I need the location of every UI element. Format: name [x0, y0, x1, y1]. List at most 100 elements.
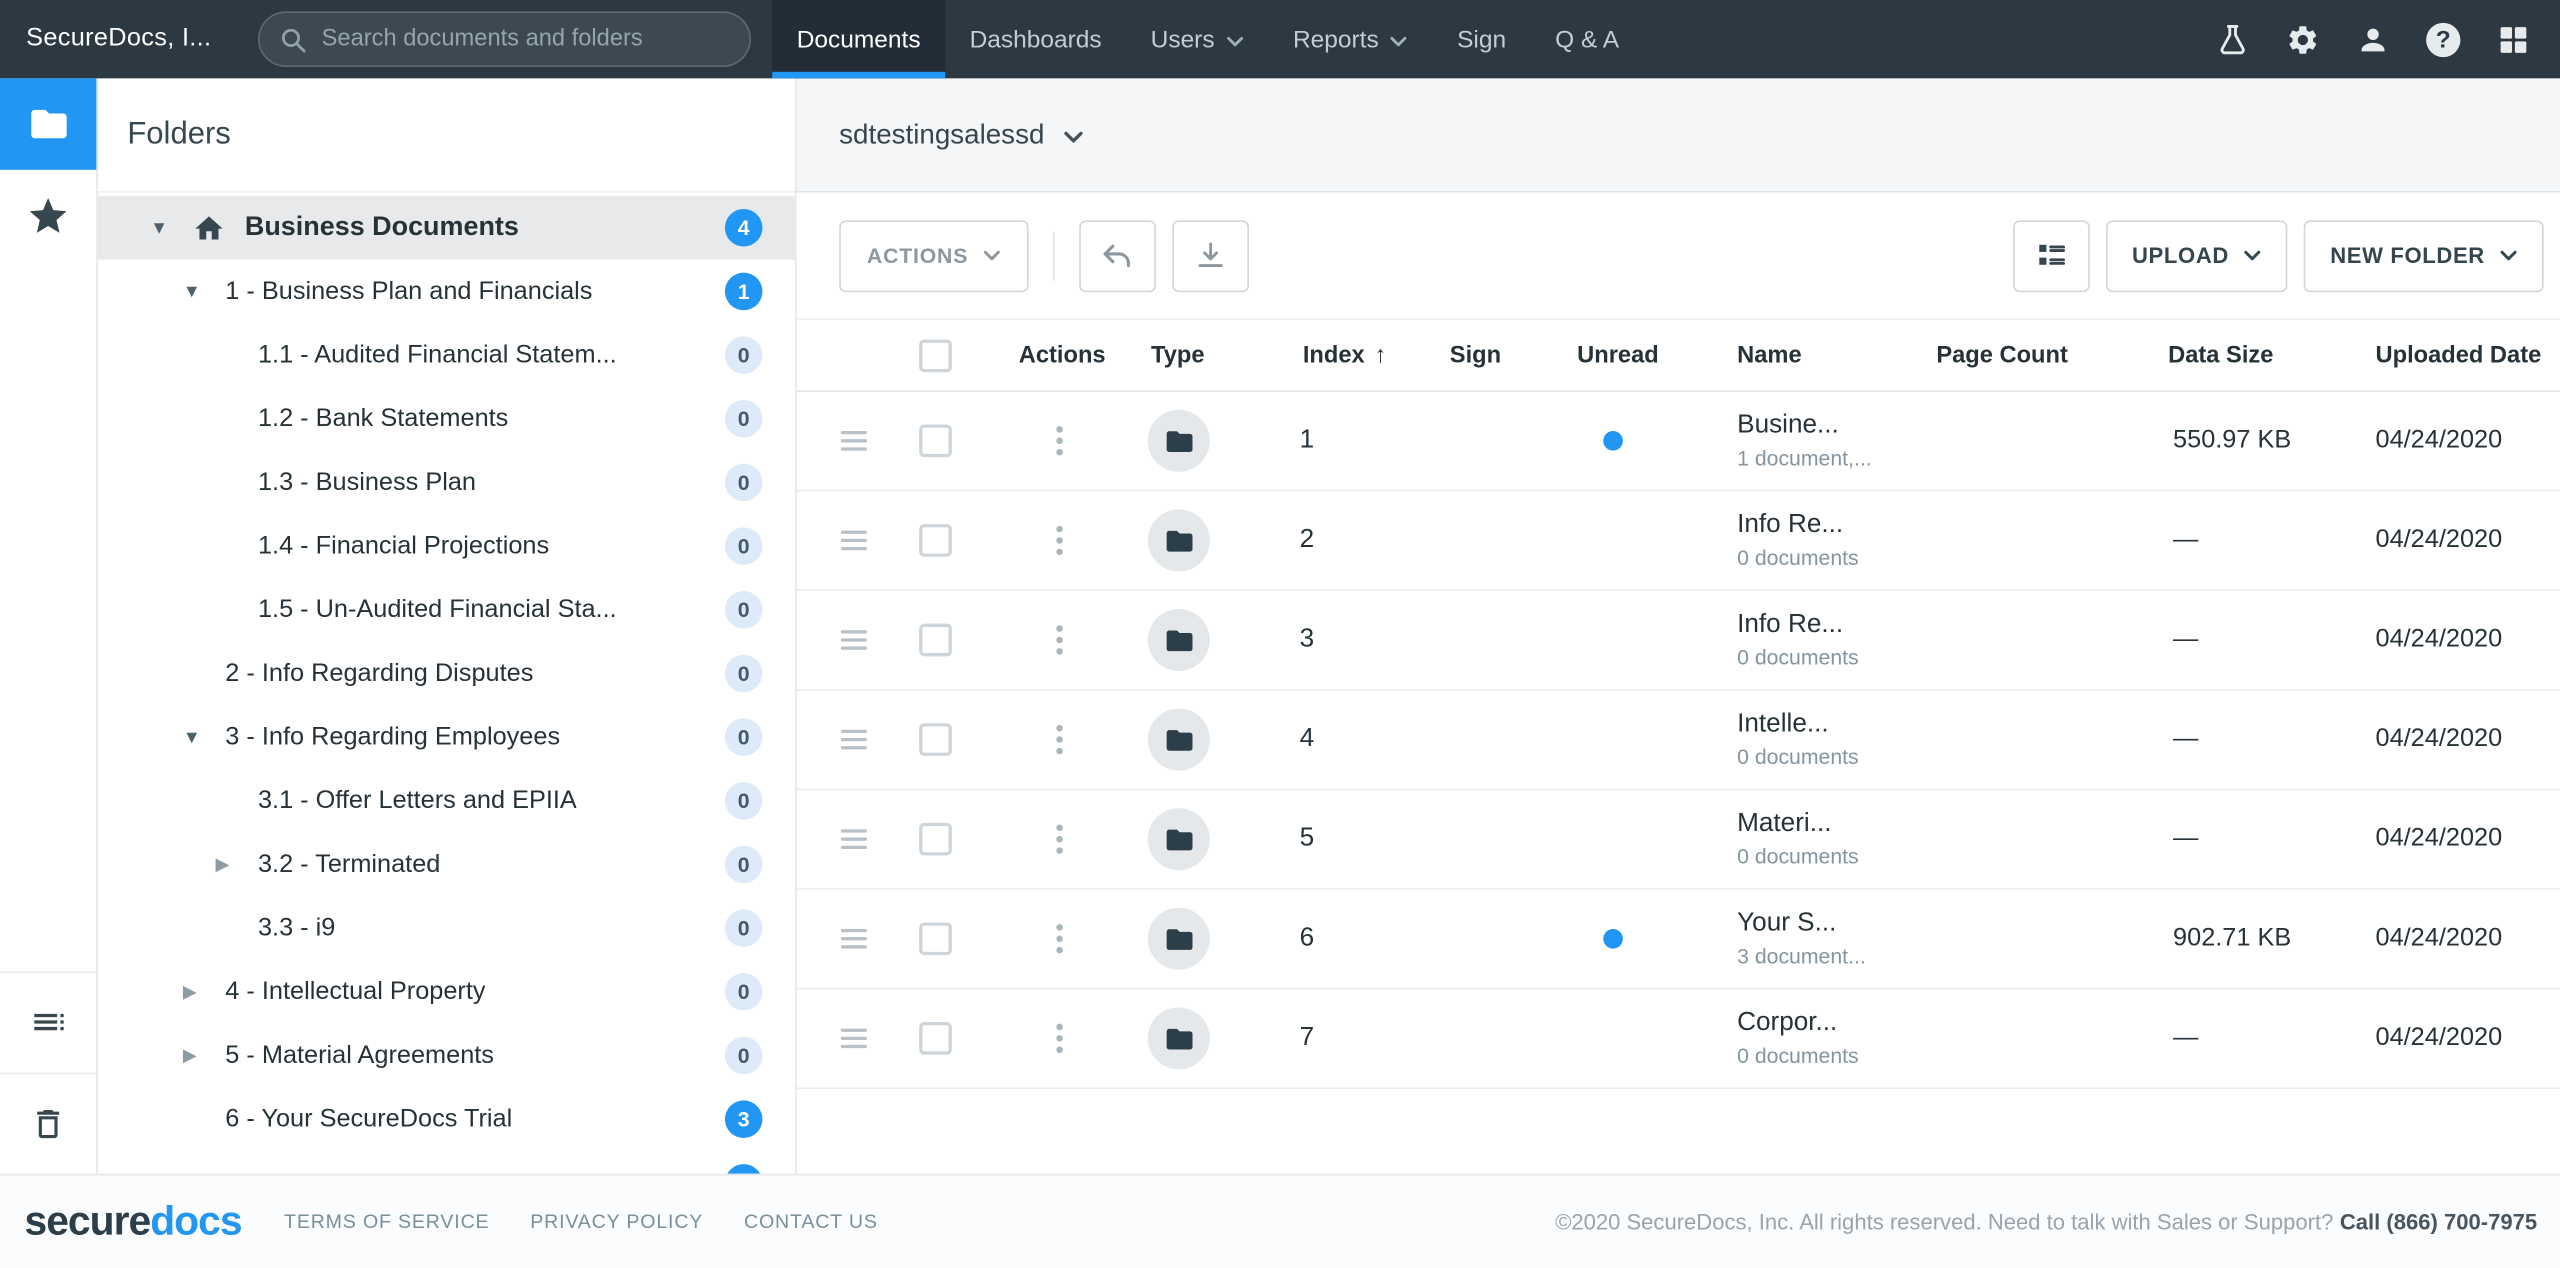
- global-search[interactable]: [258, 11, 751, 67]
- footer-link-contact-us[interactable]: CONTACT US: [744, 1210, 878, 1233]
- footer-link-terms-of-service[interactable]: TERMS OF SERVICE: [284, 1210, 489, 1233]
- new-folder-button[interactable]: NEW FOLDER: [2304, 220, 2544, 292]
- tab-q-a[interactable]: Q & A: [1531, 0, 1644, 78]
- row-checkbox[interactable]: [919, 1022, 952, 1055]
- caret-right-icon[interactable]: [183, 1045, 225, 1066]
- col-uploaded-date[interactable]: Uploaded Date: [2376, 342, 2542, 368]
- item-name-cell[interactable]: Info Re...0 documents: [1737, 611, 1859, 670]
- col-index[interactable]: Index↑: [1303, 342, 1386, 368]
- tab-documents[interactable]: Documents: [772, 0, 945, 78]
- drag-handle[interactable]: [841, 431, 867, 451]
- folder-tree-item[interactable]: 1 - Business Plan and Financials1: [98, 260, 795, 324]
- folder-tree-item[interactable]: [98, 1151, 795, 1173]
- folder-tree-item[interactable]: Business Documents4: [98, 196, 795, 260]
- caret-down-icon[interactable]: [183, 727, 225, 747]
- item-name[interactable]: Info Re...: [1737, 511, 1859, 540]
- download-button[interactable]: [1172, 220, 1249, 292]
- chevron-down-icon[interactable]: [1062, 130, 1083, 143]
- item-name[interactable]: Corpor...: [1737, 1009, 1859, 1038]
- caret-right-icon[interactable]: [183, 981, 225, 1002]
- item-name-cell[interactable]: Intelle...0 documents: [1737, 710, 1859, 769]
- item-name[interactable]: Intelle...: [1737, 710, 1859, 739]
- item-name[interactable]: Your S...: [1737, 909, 1866, 938]
- chevron-down-icon: [983, 250, 1001, 261]
- col-actions[interactable]: Actions: [1019, 342, 1106, 368]
- rail-trash-button[interactable]: [0, 1072, 96, 1173]
- folder-tree-item[interactable]: 1.1 - Audited Financial Statem...0: [98, 323, 795, 387]
- col-unread[interactable]: Unread: [1577, 342, 1659, 368]
- row-checkbox[interactable]: [919, 823, 952, 856]
- item-name-cell[interactable]: Busine...1 document,...: [1737, 411, 1872, 470]
- lab-flask-icon[interactable]: [2216, 22, 2250, 56]
- folder-tree-item[interactable]: 1.2 - Bank Statements0: [98, 387, 795, 451]
- actions-button[interactable]: ACTIONS: [839, 220, 1028, 292]
- folder-tree-item[interactable]: 1.3 - Business Plan0: [98, 451, 795, 515]
- drag-handle[interactable]: [841, 531, 867, 551]
- col-sign[interactable]: Sign: [1450, 342, 1501, 368]
- tab-sign[interactable]: Sign: [1433, 0, 1531, 78]
- tab-users[interactable]: Users: [1126, 0, 1268, 78]
- item-name-cell[interactable]: Info Re...0 documents: [1737, 511, 1859, 570]
- drag-handle[interactable]: [841, 929, 867, 949]
- col-type[interactable]: Type: [1151, 342, 1205, 368]
- drag-handle[interactable]: [841, 730, 867, 750]
- row-checkbox[interactable]: [919, 524, 952, 557]
- row-actions-menu[interactable]: [1056, 426, 1063, 455]
- row-checkbox[interactable]: [919, 624, 952, 657]
- folder-tree-item[interactable]: 3.2 - Terminated0: [98, 833, 795, 897]
- gear-icon[interactable]: [2286, 22, 2320, 56]
- drag-handle[interactable]: [841, 630, 867, 650]
- row-checkbox[interactable]: [919, 723, 952, 756]
- folder-tree-item[interactable]: 3 - Info Regarding Employees0: [98, 705, 795, 769]
- select-all-checkbox[interactable]: [919, 339, 952, 372]
- folder-tree-item[interactable]: 5 - Material Agreements0: [98, 1024, 795, 1088]
- folder-tree-item[interactable]: 2 - Info Regarding Disputes0: [98, 642, 795, 706]
- col-data-size[interactable]: Data Size: [2168, 342, 2273, 368]
- folder-tree-item[interactable]: 1.5 - Un-Audited Financial Sta...0: [98, 578, 795, 642]
- row-actions-menu[interactable]: [1056, 924, 1063, 953]
- col-page-count[interactable]: Page Count: [1936, 342, 2068, 368]
- view-toggle-button[interactable]: [2013, 220, 2090, 292]
- search-input[interactable]: [322, 26, 730, 52]
- folder-tree-item[interactable]: 3.3 - i90: [98, 896, 795, 960]
- folder-tree-item[interactable]: 4 - Intellectual Property0: [98, 960, 795, 1024]
- row-actions-menu[interactable]: [1056, 526, 1063, 555]
- tab-dashboards[interactable]: Dashboards: [945, 0, 1126, 78]
- caret-down-icon[interactable]: [183, 282, 225, 302]
- drag-handle[interactable]: [841, 829, 867, 849]
- folder-type-icon: [1148, 908, 1210, 970]
- folder-tree-item[interactable]: 1.4 - Financial Projections0: [98, 514, 795, 578]
- rail-favorites-button[interactable]: [0, 170, 96, 261]
- row-checkbox[interactable]: [919, 424, 952, 457]
- item-name[interactable]: Busine...: [1737, 411, 1872, 440]
- folder-count-badge: [725, 1164, 763, 1173]
- caret-down-icon[interactable]: [150, 218, 192, 238]
- item-name-cell[interactable]: Materi...0 documents: [1737, 810, 1859, 869]
- item-name-cell[interactable]: Corpor...0 documents: [1737, 1009, 1859, 1068]
- drag-handle[interactable]: [841, 1029, 867, 1049]
- item-name-cell[interactable]: Your S...3 document...: [1737, 909, 1866, 968]
- tab-reports[interactable]: Reports: [1268, 0, 1432, 78]
- row-checkbox[interactable]: [919, 922, 952, 955]
- item-name[interactable]: Info Re...: [1737, 611, 1859, 640]
- help-icon[interactable]: [2426, 22, 2460, 56]
- row-actions-menu[interactable]: [1056, 824, 1063, 853]
- folder-tree-item[interactable]: 6 - Your SecureDocs Trial3: [98, 1087, 795, 1151]
- caret-right-icon[interactable]: [216, 854, 258, 875]
- upload-button[interactable]: UPLOAD: [2106, 220, 2288, 292]
- item-name[interactable]: Materi...: [1737, 810, 1859, 839]
- row-index: 5: [1300, 824, 1315, 853]
- rail-index-button[interactable]: [0, 971, 96, 1072]
- rail-folders-button[interactable]: [0, 78, 96, 169]
- folder-tree-item[interactable]: 3.1 - Offer Letters and EPIIA0: [98, 769, 795, 833]
- apps-grid-icon[interactable]: [2496, 22, 2530, 56]
- question-mark-glyph: [2426, 22, 2460, 56]
- row-actions-menu[interactable]: [1056, 1024, 1063, 1053]
- footer-link-privacy-policy[interactable]: PRIVACY POLICY: [530, 1210, 703, 1233]
- breadcrumb[interactable]: sdtestingsalessd: [839, 118, 1044, 151]
- row-actions-menu[interactable]: [1056, 725, 1063, 754]
- col-name[interactable]: Name: [1737, 342, 1801, 368]
- row-actions-menu[interactable]: [1056, 625, 1063, 654]
- undo-button[interactable]: [1079, 220, 1156, 292]
- user-icon[interactable]: [2356, 22, 2390, 56]
